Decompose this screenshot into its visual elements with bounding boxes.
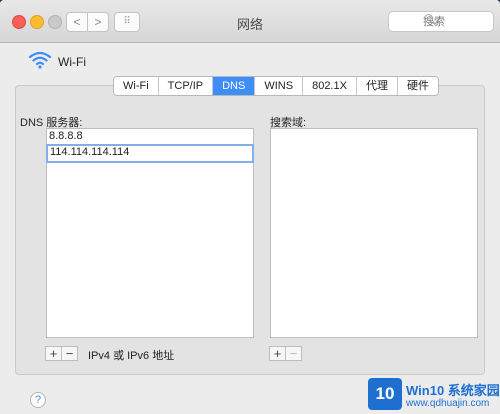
network-preferences-window: < > ⠿ 网络 Wi-Fi Wi-Fi TCP/IP DNS WINS 802… <box>0 0 500 414</box>
dns-add-remove-buttons: + − <box>45 346 78 361</box>
tab-bar: Wi-Fi TCP/IP DNS WINS 802.1X 代理 硬件 <box>113 76 439 96</box>
tab-proxies[interactable]: 代理 <box>356 77 398 95</box>
dns-server-entry-editing[interactable]: 114.114.114.114 <box>46 144 254 163</box>
remove-search-domain-button[interactable]: − <box>286 347 301 360</box>
dns-server-entry[interactable]: 8.8.8.8 <box>47 129 253 144</box>
title-bar: < > ⠿ 网络 <box>0 0 500 43</box>
add-dns-button[interactable]: + <box>46 347 62 360</box>
tab-hardware[interactable]: 硬件 <box>397 77 438 95</box>
help-button[interactable]: ? <box>30 392 46 408</box>
watermark: 10 Win10 系统家园 www.qdhuajin.com <box>366 376 500 414</box>
watermark-url: www.qdhuajin.com <box>406 398 490 409</box>
dns-address-hint: IPv4 或 IPv6 地址 <box>88 350 175 362</box>
dns-servers-list[interactable]: 8.8.8.8 114.114.114.114 <box>46 128 254 338</box>
remove-dns-button[interactable]: − <box>62 347 77 360</box>
tab-8021x[interactable]: 802.1X <box>303 77 357 95</box>
search-input[interactable] <box>388 11 494 32</box>
search-domains-list[interactable] <box>270 128 478 338</box>
tab-wins[interactable]: WINS <box>255 77 304 95</box>
add-search-domain-button[interactable]: + <box>270 347 286 360</box>
tab-wifi[interactable]: Wi-Fi <box>114 77 159 95</box>
watermark-logo: 10 <box>368 378 402 410</box>
service-name: Wi-Fi <box>58 55 86 69</box>
dns-settings-panel: DNS 服务器: 8.8.8.8 114.114.114.114 搜索域: <box>15 85 485 375</box>
search-icon <box>424 14 433 23</box>
wifi-icon <box>28 51 52 69</box>
watermark-title: Win10 系统家园 <box>406 383 500 398</box>
tab-dns[interactable]: DNS <box>213 77 256 95</box>
search-domain-add-remove-buttons: + − <box>269 346 302 361</box>
tab-tcpip[interactable]: TCP/IP <box>158 77 214 95</box>
